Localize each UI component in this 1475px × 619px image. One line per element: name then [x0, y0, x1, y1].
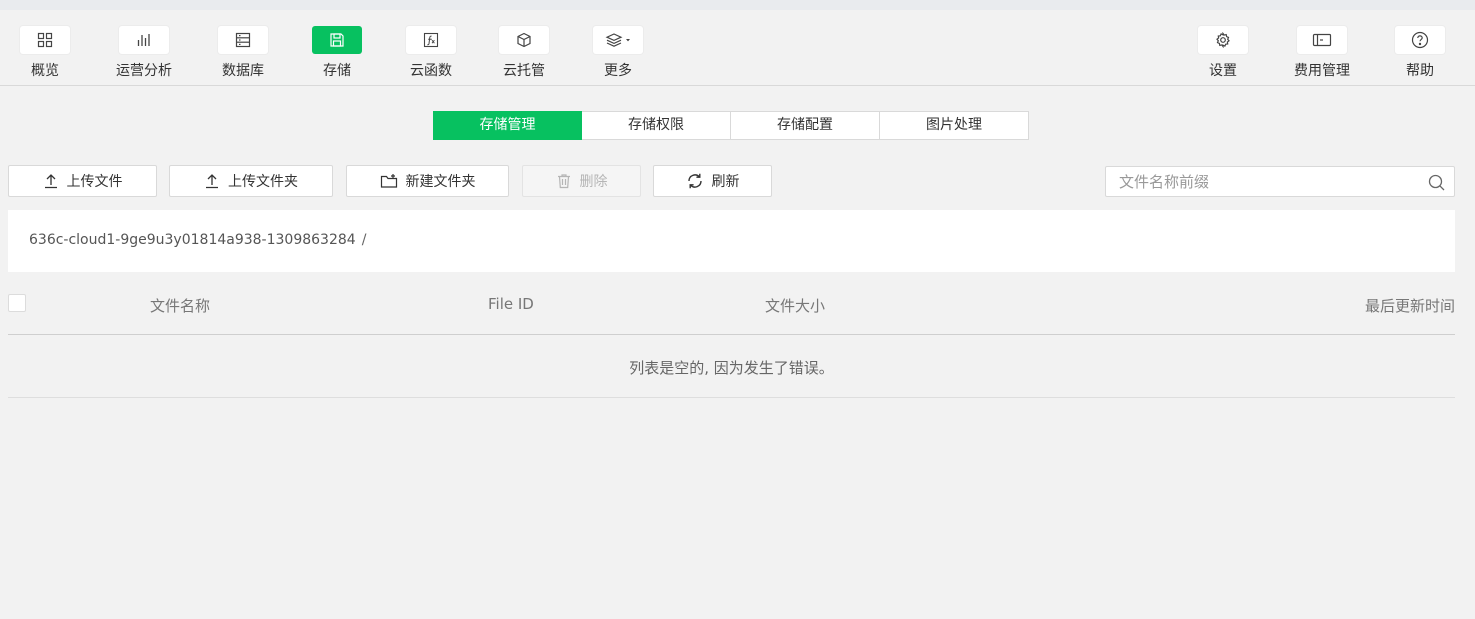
- window-top-strip: [0, 0, 1475, 10]
- tab-image-processing[interactable]: 图片处理: [880, 111, 1029, 140]
- nav-button-storage[interactable]: [312, 26, 362, 54]
- nav-button-overview[interactable]: [20, 26, 70, 54]
- nav-button-cloud-function[interactable]: [406, 26, 456, 54]
- refresh-button[interactable]: 刷新: [653, 165, 772, 197]
- new-folder-button[interactable]: 新建文件夹: [346, 165, 509, 197]
- trash-icon: [557, 174, 570, 189]
- save-icon: [330, 33, 344, 47]
- nav-item-storage[interactable]: 存储: [307, 26, 367, 82]
- table-empty-row: 列表是空的, 因为发生了错误。: [8, 335, 1455, 398]
- delete-button[interactable]: 删除: [522, 165, 641, 197]
- breadcrumb-path: 636c-cloud1-9ge9u3y01814a938-1309863284 /: [29, 232, 366, 248]
- nav-item-analytics[interactable]: 运营分析: [114, 26, 174, 82]
- search-input[interactable]: [1106, 167, 1454, 196]
- grid-icon: [37, 32, 53, 48]
- breadcrumb: 636c-cloud1-9ge9u3y01814a938-1309863284 /: [8, 210, 1455, 272]
- nav-item-cloud-function[interactable]: 云函数: [401, 26, 461, 82]
- layers-icon: [605, 33, 630, 47]
- column-header-file-size[interactable]: 文件大小: [765, 295, 825, 316]
- wallet-icon: [1312, 33, 1332, 47]
- nav-label: 设置: [1209, 63, 1237, 79]
- column-header-file-id[interactable]: File ID: [488, 295, 534, 313]
- nav-button-billing[interactable]: [1297, 26, 1347, 54]
- nav-item-settings[interactable]: 设置: [1193, 26, 1253, 82]
- gear-icon: [1216, 32, 1230, 48]
- nav-button-analytics[interactable]: [119, 26, 169, 54]
- top-nav: 概览 运营分析 数据库 存储 云函数 云托管 更多 设置 费用管理 帮助: [0, 10, 1475, 86]
- select-all-checkbox[interactable]: [8, 294, 26, 312]
- search-icon[interactable]: [1428, 174, 1445, 191]
- refresh-icon: [687, 173, 702, 189]
- tab-storage-config[interactable]: 存储配置: [731, 111, 880, 140]
- nav-button-help[interactable]: [1395, 26, 1445, 54]
- nav-button-cloud-hosting[interactable]: [499, 26, 549, 54]
- breadcrumb-separator: /: [361, 232, 367, 248]
- search-box: [1105, 166, 1455, 197]
- nav-label: 概览: [31, 63, 59, 79]
- storage-tabs: 存储管理 存储权限 存储配置 图片处理: [433, 111, 1029, 140]
- upload-folder-button[interactable]: 上传文件夹: [169, 165, 333, 197]
- upload-icon: [206, 174, 218, 189]
- bar-chart-icon: [137, 34, 150, 46]
- nav-label: 数据库: [222, 63, 264, 79]
- upload-file-button[interactable]: 上传文件: [8, 165, 157, 197]
- database-icon: [235, 32, 251, 48]
- nav-item-help[interactable]: 帮助: [1390, 26, 1450, 82]
- nav-label: 运营分析: [116, 63, 172, 79]
- new-folder-icon: [380, 174, 397, 188]
- tab-storage-permissions[interactable]: 存储权限: [582, 111, 731, 140]
- upload-icon: [44, 174, 57, 189]
- nav-item-database[interactable]: 数据库: [213, 26, 273, 82]
- nav-button-settings[interactable]: [1198, 26, 1248, 54]
- nav-label: 云托管: [503, 63, 545, 79]
- cube-icon: [517, 32, 531, 48]
- help-icon: [1411, 31, 1429, 49]
- nav-label: 费用管理: [1294, 63, 1350, 79]
- nav-item-billing[interactable]: 费用管理: [1291, 26, 1353, 82]
- nav-label: 云函数: [410, 63, 452, 79]
- refresh-label: 刷新: [711, 174, 740, 190]
- nav-label: 帮助: [1406, 63, 1434, 79]
- nav-label: 存储: [323, 63, 351, 79]
- new-folder-label: 新建文件夹: [405, 174, 476, 190]
- delete-label: 删除: [579, 174, 608, 190]
- nav-item-more[interactable]: 更多: [588, 26, 648, 82]
- column-header-file-name[interactable]: 文件名称: [150, 295, 210, 316]
- nav-button-more[interactable]: [593, 26, 643, 54]
- nav-item-cloud-hosting[interactable]: 云托管: [494, 26, 554, 82]
- breadcrumb-bucket[interactable]: 636c-cloud1-9ge9u3y01814a938-1309863284: [29, 232, 356, 248]
- function-icon: [423, 32, 439, 48]
- tab-storage-management[interactable]: 存储管理: [433, 111, 582, 140]
- upload-folder-label: 上传文件夹: [228, 174, 298, 190]
- nav-button-database[interactable]: [218, 26, 268, 54]
- column-header-last-modified[interactable]: 最后更新时间: [1365, 295, 1455, 316]
- table-header: 文件名称 File ID 文件大小 最后更新时间: [8, 285, 1455, 335]
- upload-file-label: 上传文件: [66, 174, 123, 190]
- nav-label: 更多: [604, 63, 632, 79]
- nav-item-overview[interactable]: 概览: [15, 26, 75, 82]
- empty-message: 列表是空的, 因为发生了错误。: [629, 359, 834, 377]
